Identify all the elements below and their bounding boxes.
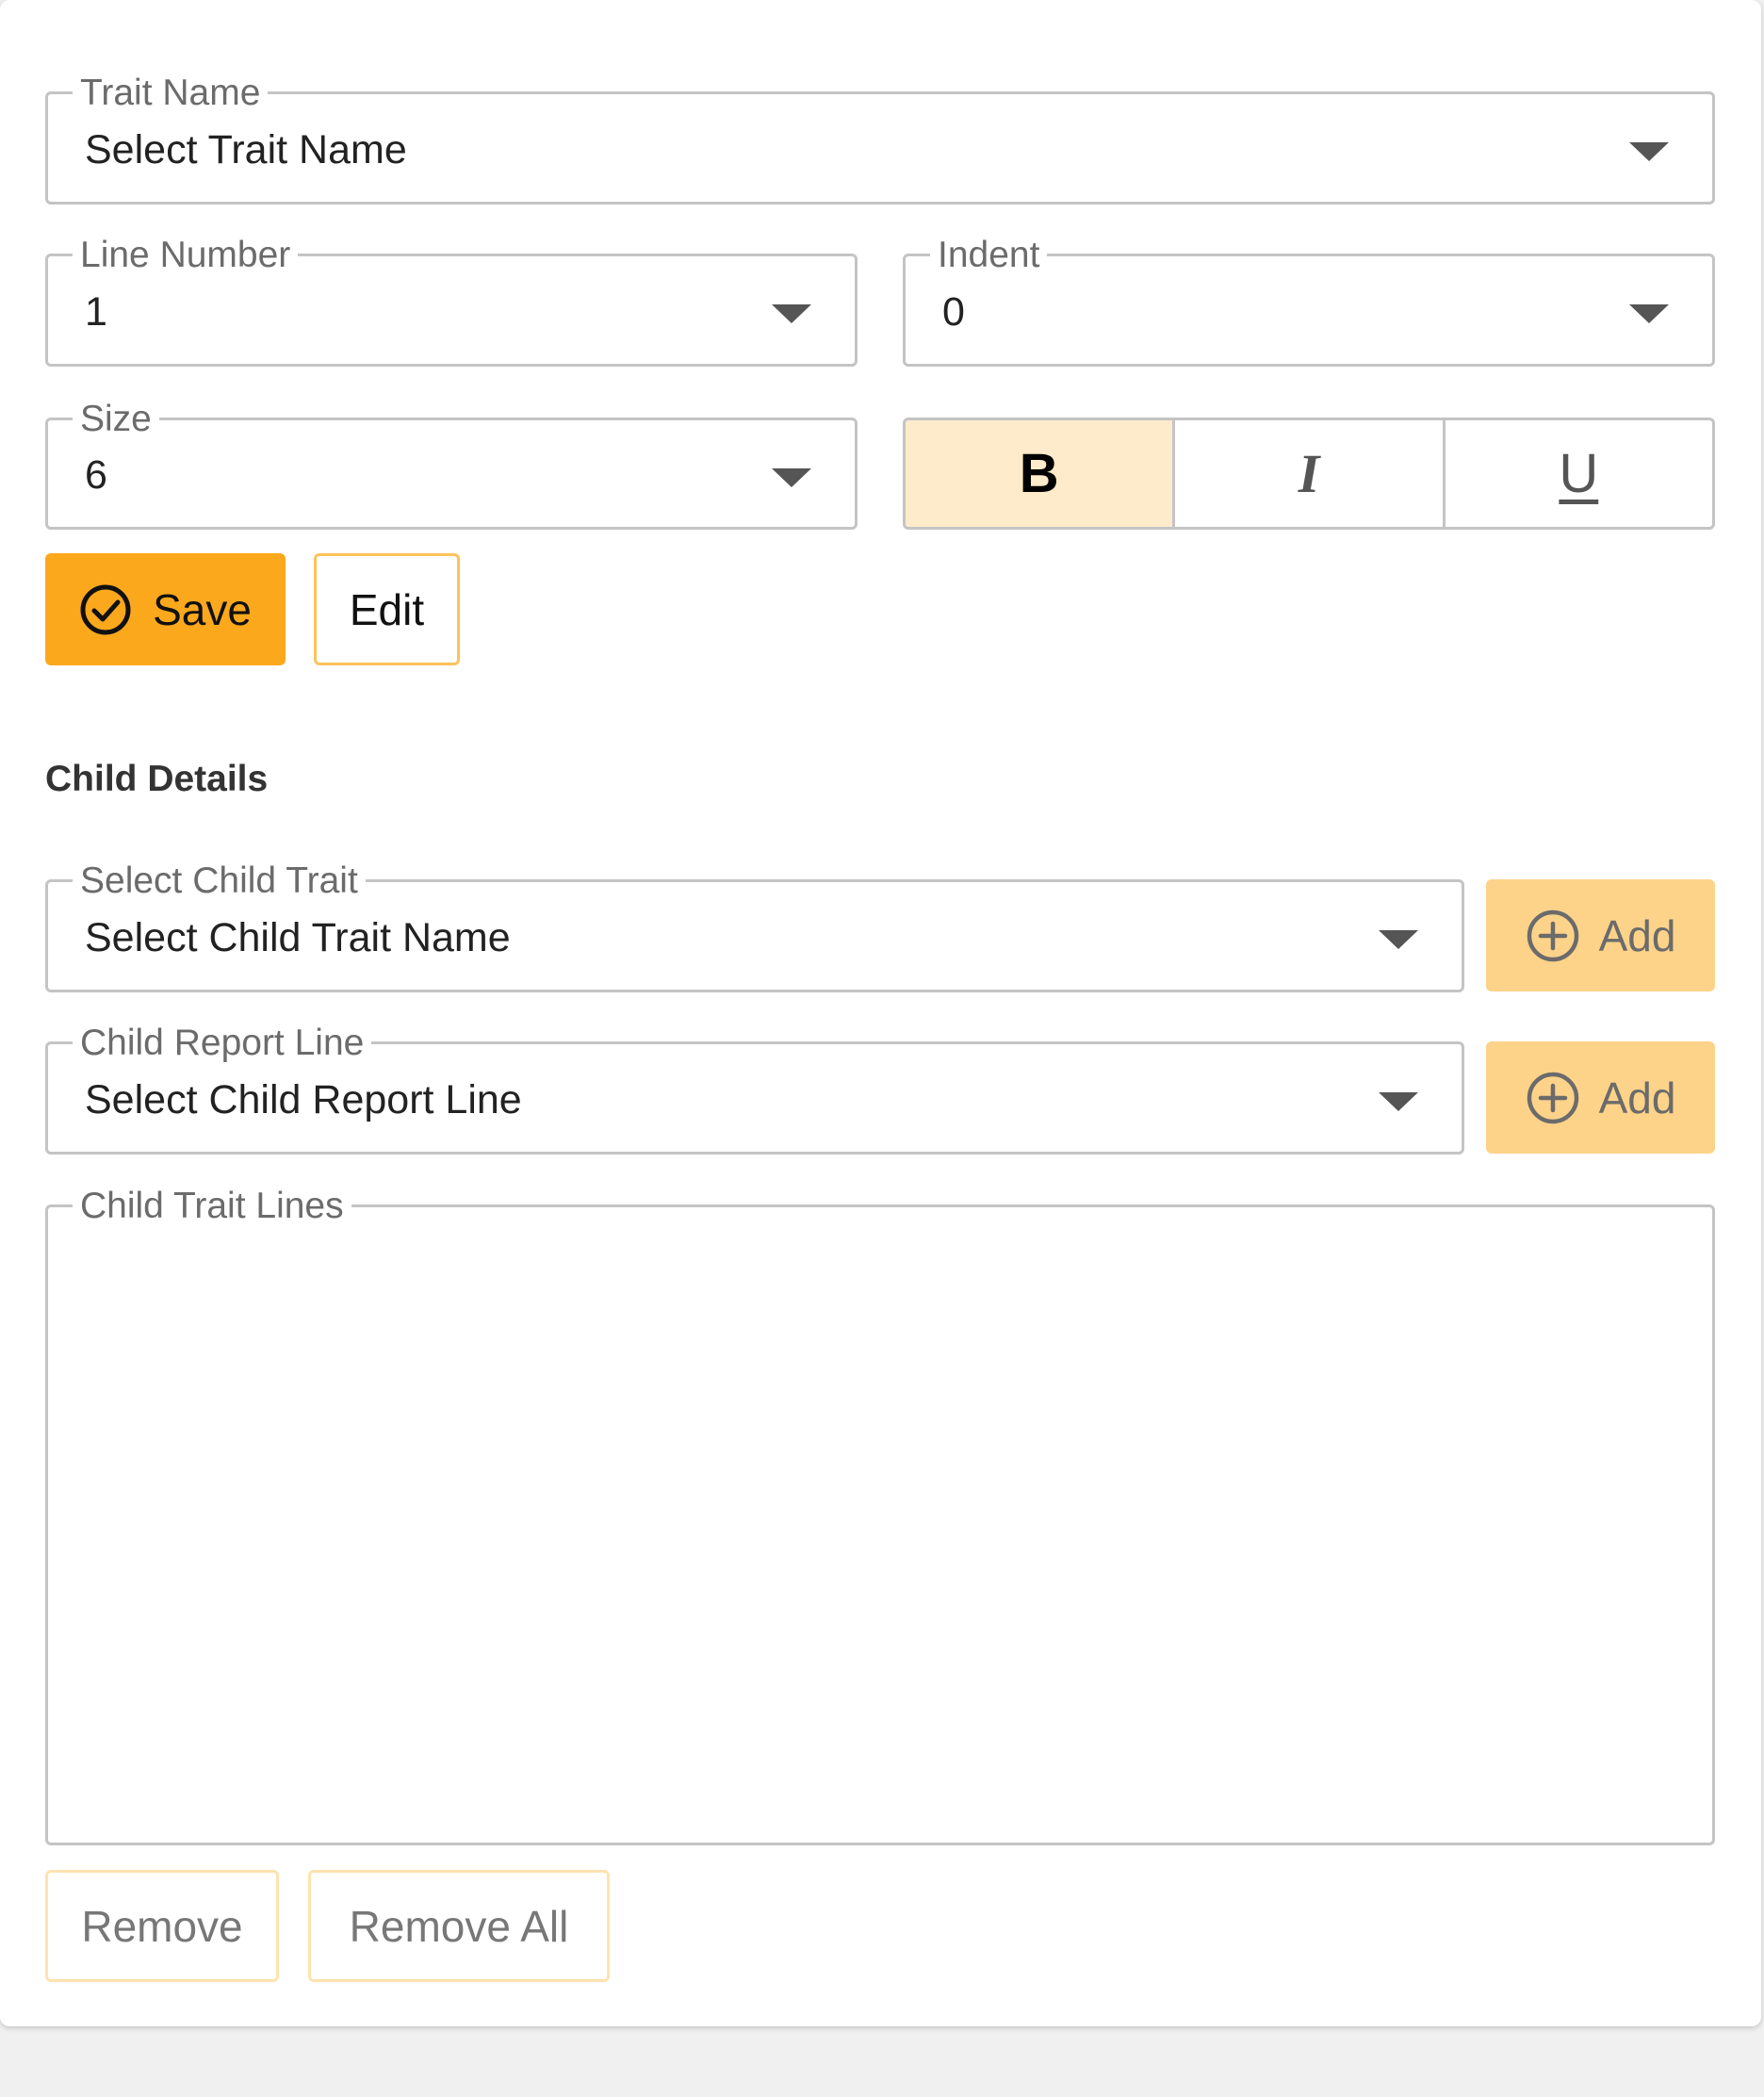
indent-value: 0 [942, 288, 965, 335]
child-report-line-value: Select Child Report Line [85, 1076, 522, 1122]
remove-button[interactable]: Remove [45, 1870, 279, 1982]
child-trait-select[interactable]: Select Child Trait Select Child Trait Na… [45, 858, 1464, 992]
section-title-child-details: Child Details [45, 759, 269, 799]
plus-circle-icon [1527, 909, 1578, 961]
line-number-value: 1 [85, 288, 107, 335]
child-trait-value: Select Child Trait Name [85, 914, 511, 960]
dropdown-arrow-icon [1379, 930, 1418, 949]
dropdown-arrow-icon [772, 304, 811, 323]
size-value: 6 [85, 452, 107, 498]
plus-circle-icon [1527, 1072, 1578, 1123]
add-child-trait-button[interactable]: Add [1486, 879, 1715, 991]
underline-toggle-button[interactable]: U [1442, 420, 1712, 527]
size-select[interactable]: Size 6 [45, 396, 858, 530]
line-number-select[interactable]: Line Number 1 [45, 232, 858, 367]
add-child-report-line-button[interactable]: Add [1486, 1041, 1715, 1154]
edit-button[interactable]: Edit [314, 553, 460, 665]
add-button-label: Add [1598, 910, 1676, 960]
check-circle-icon [80, 584, 131, 634]
remove-all-button[interactable]: Remove All [308, 1870, 610, 1982]
trait-form-card: Trait Name Select Trait Name Line Number… [0, 0, 1761, 2026]
text-format-toggle-group: B I U [903, 418, 1715, 530]
bold-toggle-button[interactable]: B [906, 420, 1173, 527]
add-button-label: Add [1598, 1073, 1676, 1122]
child-trait-lines-listbox[interactable]: Child Trait Lines [45, 1183, 1715, 1845]
save-button-label: Save [153, 584, 252, 634]
dropdown-arrow-icon [1629, 142, 1669, 161]
dropdown-arrow-icon [1629, 304, 1669, 323]
trait-name-value: Select Trait Name [85, 126, 407, 172]
italic-toggle-button[interactable]: I [1172, 420, 1442, 527]
dropdown-arrow-icon [772, 467, 811, 487]
dropdown-arrow-icon [1379, 1092, 1418, 1111]
save-button[interactable]: Save [45, 553, 286, 665]
indent-select[interactable]: Indent 0 [903, 232, 1715, 367]
child-report-line-select[interactable]: Child Report Line Select Child Report Li… [45, 1020, 1464, 1155]
trait-name-select[interactable]: Trait Name Select Trait Name [45, 70, 1715, 205]
child-trait-lines-label: Child Trait Lines [73, 1183, 351, 1230]
